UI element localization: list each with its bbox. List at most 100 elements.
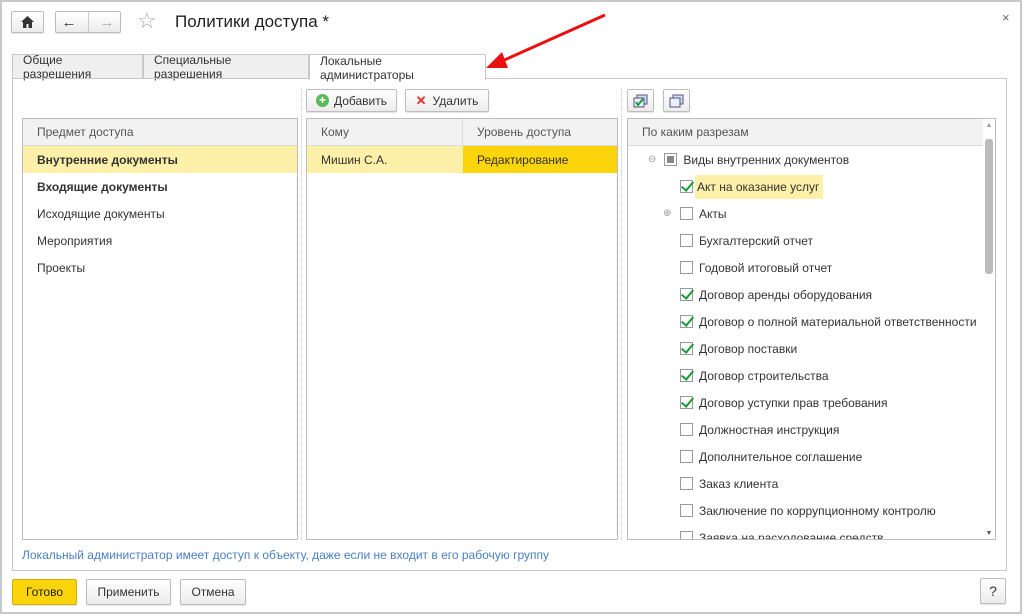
tree-item-label: Договор о полной материальной ответствен… bbox=[699, 314, 977, 329]
tab-label: Общие разрешения bbox=[23, 53, 92, 81]
apply-button[interactable]: Применить bbox=[86, 579, 171, 605]
tree-item[interactable]: Заключение по коррупционному контролю bbox=[628, 497, 995, 524]
apply-label: Применить bbox=[97, 585, 160, 599]
help-label: ? bbox=[989, 583, 997, 599]
checkbox[interactable] bbox=[680, 531, 693, 539]
delete-icon: ✕ bbox=[415, 92, 427, 108]
checkbox[interactable] bbox=[680, 396, 693, 409]
favorite-star-icon[interactable]: ☆ bbox=[137, 8, 157, 34]
tree-item[interactable]: Договор аренды оборудования bbox=[628, 281, 995, 308]
list-item[interactable]: Проекты bbox=[23, 254, 297, 281]
tree-item-label: Договор поставки bbox=[699, 341, 798, 356]
cancel-button[interactable]: Отмена bbox=[180, 579, 246, 605]
home-icon bbox=[21, 16, 34, 28]
tree-item-label: Договор аренды оборудования bbox=[699, 287, 873, 302]
checkbox[interactable] bbox=[680, 369, 693, 382]
tree-item[interactable]: Акт на оказание услуг bbox=[628, 173, 995, 200]
tree-item[interactable]: Договор строительства bbox=[628, 362, 995, 389]
tree-item-label: Годовой итоговый отчет bbox=[699, 260, 833, 275]
tree-item[interactable]: Заявка на расходование средств bbox=[628, 524, 995, 540]
tab-label: Специальные разрешения bbox=[154, 53, 232, 81]
checkbox[interactable] bbox=[680, 288, 693, 301]
tree-item[interactable]: Бухгалтерский отчет bbox=[628, 227, 995, 254]
check-all-icon bbox=[633, 94, 648, 107]
tree-item[interactable]: Годовой итоговый отчет bbox=[628, 254, 995, 281]
tree-item[interactable]: Договор о полной материальной ответствен… bbox=[628, 308, 995, 335]
tree-item-label: Дополнительное соглашение bbox=[699, 449, 863, 464]
checkbox[interactable] bbox=[680, 207, 693, 220]
done-button[interactable]: Готово bbox=[12, 579, 77, 605]
column-header-who[interactable]: Кому bbox=[307, 119, 463, 145]
admins-table: Кому Уровень доступа Мишин С.А. Редактир… bbox=[306, 118, 618, 540]
home-button[interactable] bbox=[11, 11, 44, 33]
checkbox[interactable] bbox=[680, 315, 693, 328]
list-item[interactable]: Внутренние документы bbox=[23, 146, 297, 173]
tree-item-label: Заключение по коррупционному контролю bbox=[699, 503, 936, 518]
tree-item[interactable]: Договор поставки bbox=[628, 335, 995, 362]
tab-local-admins[interactable]: Локальные администраторы bbox=[309, 53, 486, 82]
cancel-label: Отмена bbox=[191, 585, 235, 599]
list-item[interactable]: Входящие документы bbox=[23, 173, 297, 200]
close-icon[interactable]: × bbox=[1002, 10, 1010, 25]
checkbox[interactable] bbox=[680, 504, 693, 517]
scrollbar[interactable]: ▲ ▼ bbox=[983, 119, 995, 539]
page-title: Политики доступа * bbox=[175, 12, 330, 31]
sections-header: По каким разрезам bbox=[628, 119, 983, 146]
subjects-header: Предмет доступа bbox=[23, 119, 297, 146]
scrollbar-thumb[interactable] bbox=[985, 139, 993, 274]
column-header-level[interactable]: Уровень доступа bbox=[463, 125, 571, 139]
tree-root[interactable]: ⊖ Виды внутренних документов bbox=[628, 146, 995, 173]
info-note: Локальный администратор имеет доступ к о… bbox=[22, 548, 549, 562]
red-arrow-annotation bbox=[486, 13, 606, 68]
uncheck-all-icon bbox=[669, 94, 684, 107]
tree-item[interactable]: Должностная инструкция bbox=[628, 416, 995, 443]
back-arrow-icon[interactable]: ← bbox=[62, 14, 77, 31]
checkbox[interactable] bbox=[664, 153, 678, 166]
tree-item-label: Акт на оказание услуг bbox=[695, 174, 824, 199]
delete-button[interactable]: ✕ Удалить bbox=[405, 89, 489, 112]
tree-item-label: Бухгалтерский отчет bbox=[699, 233, 814, 248]
tree-root-label: Виды внутренних документов bbox=[683, 152, 850, 167]
checkbox[interactable] bbox=[680, 450, 693, 463]
tree-item-label: Заявка на расходование средств bbox=[699, 530, 884, 540]
list-item[interactable]: Мероприятия bbox=[23, 227, 297, 254]
check-all-button[interactable] bbox=[627, 89, 654, 112]
done-label: Готово bbox=[25, 585, 64, 599]
uncheck-all-button[interactable] bbox=[663, 89, 690, 112]
delete-label: Удалить bbox=[432, 93, 479, 108]
sections-tree: По каким разрезам ⊖ Виды внутренних доку… bbox=[627, 118, 996, 540]
tab-general-permissions[interactable]: Общие разрешения bbox=[12, 53, 143, 81]
checkbox[interactable] bbox=[680, 180, 693, 193]
list-item[interactable]: Исходящие документы bbox=[23, 200, 297, 227]
tree-item-label: Заказ клиента bbox=[699, 476, 779, 491]
add-icon: + bbox=[315, 94, 329, 107]
nav-buttons: ← → bbox=[55, 11, 121, 33]
tab-special-permissions[interactable]: Специальные разрешения bbox=[143, 53, 309, 81]
collapse-icon[interactable]: ⊖ bbox=[648, 154, 656, 165]
forward-arrow-icon[interactable]: → bbox=[100, 14, 115, 31]
tree-item[interactable]: Заказ клиента bbox=[628, 470, 995, 497]
tree-item[interactable]: Дополнительное соглашение bbox=[628, 443, 995, 470]
checkbox[interactable] bbox=[680, 342, 693, 355]
scroll-up-icon[interactable]: ▲ bbox=[983, 122, 995, 129]
checkbox[interactable] bbox=[680, 423, 693, 436]
cell-who: Мишин С.А. bbox=[321, 152, 388, 167]
scroll-down-icon[interactable]: ▼ bbox=[983, 530, 995, 537]
cell-level[interactable]: Редактирование bbox=[463, 146, 617, 173]
tree-item-label: Должностная инструкция bbox=[699, 422, 840, 437]
checkbox[interactable] bbox=[680, 234, 693, 247]
add-button[interactable]: + Добавить bbox=[306, 89, 397, 112]
help-button[interactable]: ? bbox=[980, 578, 1006, 604]
tree-item[interactable]: Договор уступки прав требования bbox=[628, 389, 995, 416]
tree-item-label: Акты bbox=[699, 206, 727, 221]
add-label: Добавить bbox=[333, 93, 388, 108]
tree-item-label: Договор уступки прав требования bbox=[699, 395, 888, 410]
expand-icon[interactable]: ⊕ bbox=[663, 208, 671, 219]
checkbox[interactable] bbox=[680, 261, 693, 274]
subjects-list: Предмет доступа Внутренние документы Вход… bbox=[22, 118, 298, 540]
tab-label: Локальные администраторы bbox=[320, 53, 414, 82]
tree-item-label: Договор строительства bbox=[699, 368, 829, 383]
checkbox[interactable] bbox=[680, 477, 693, 490]
tree-item[interactable]: ⊕ Акты bbox=[628, 200, 995, 227]
table-row[interactable]: Мишин С.А. Редактирование bbox=[307, 146, 617, 173]
